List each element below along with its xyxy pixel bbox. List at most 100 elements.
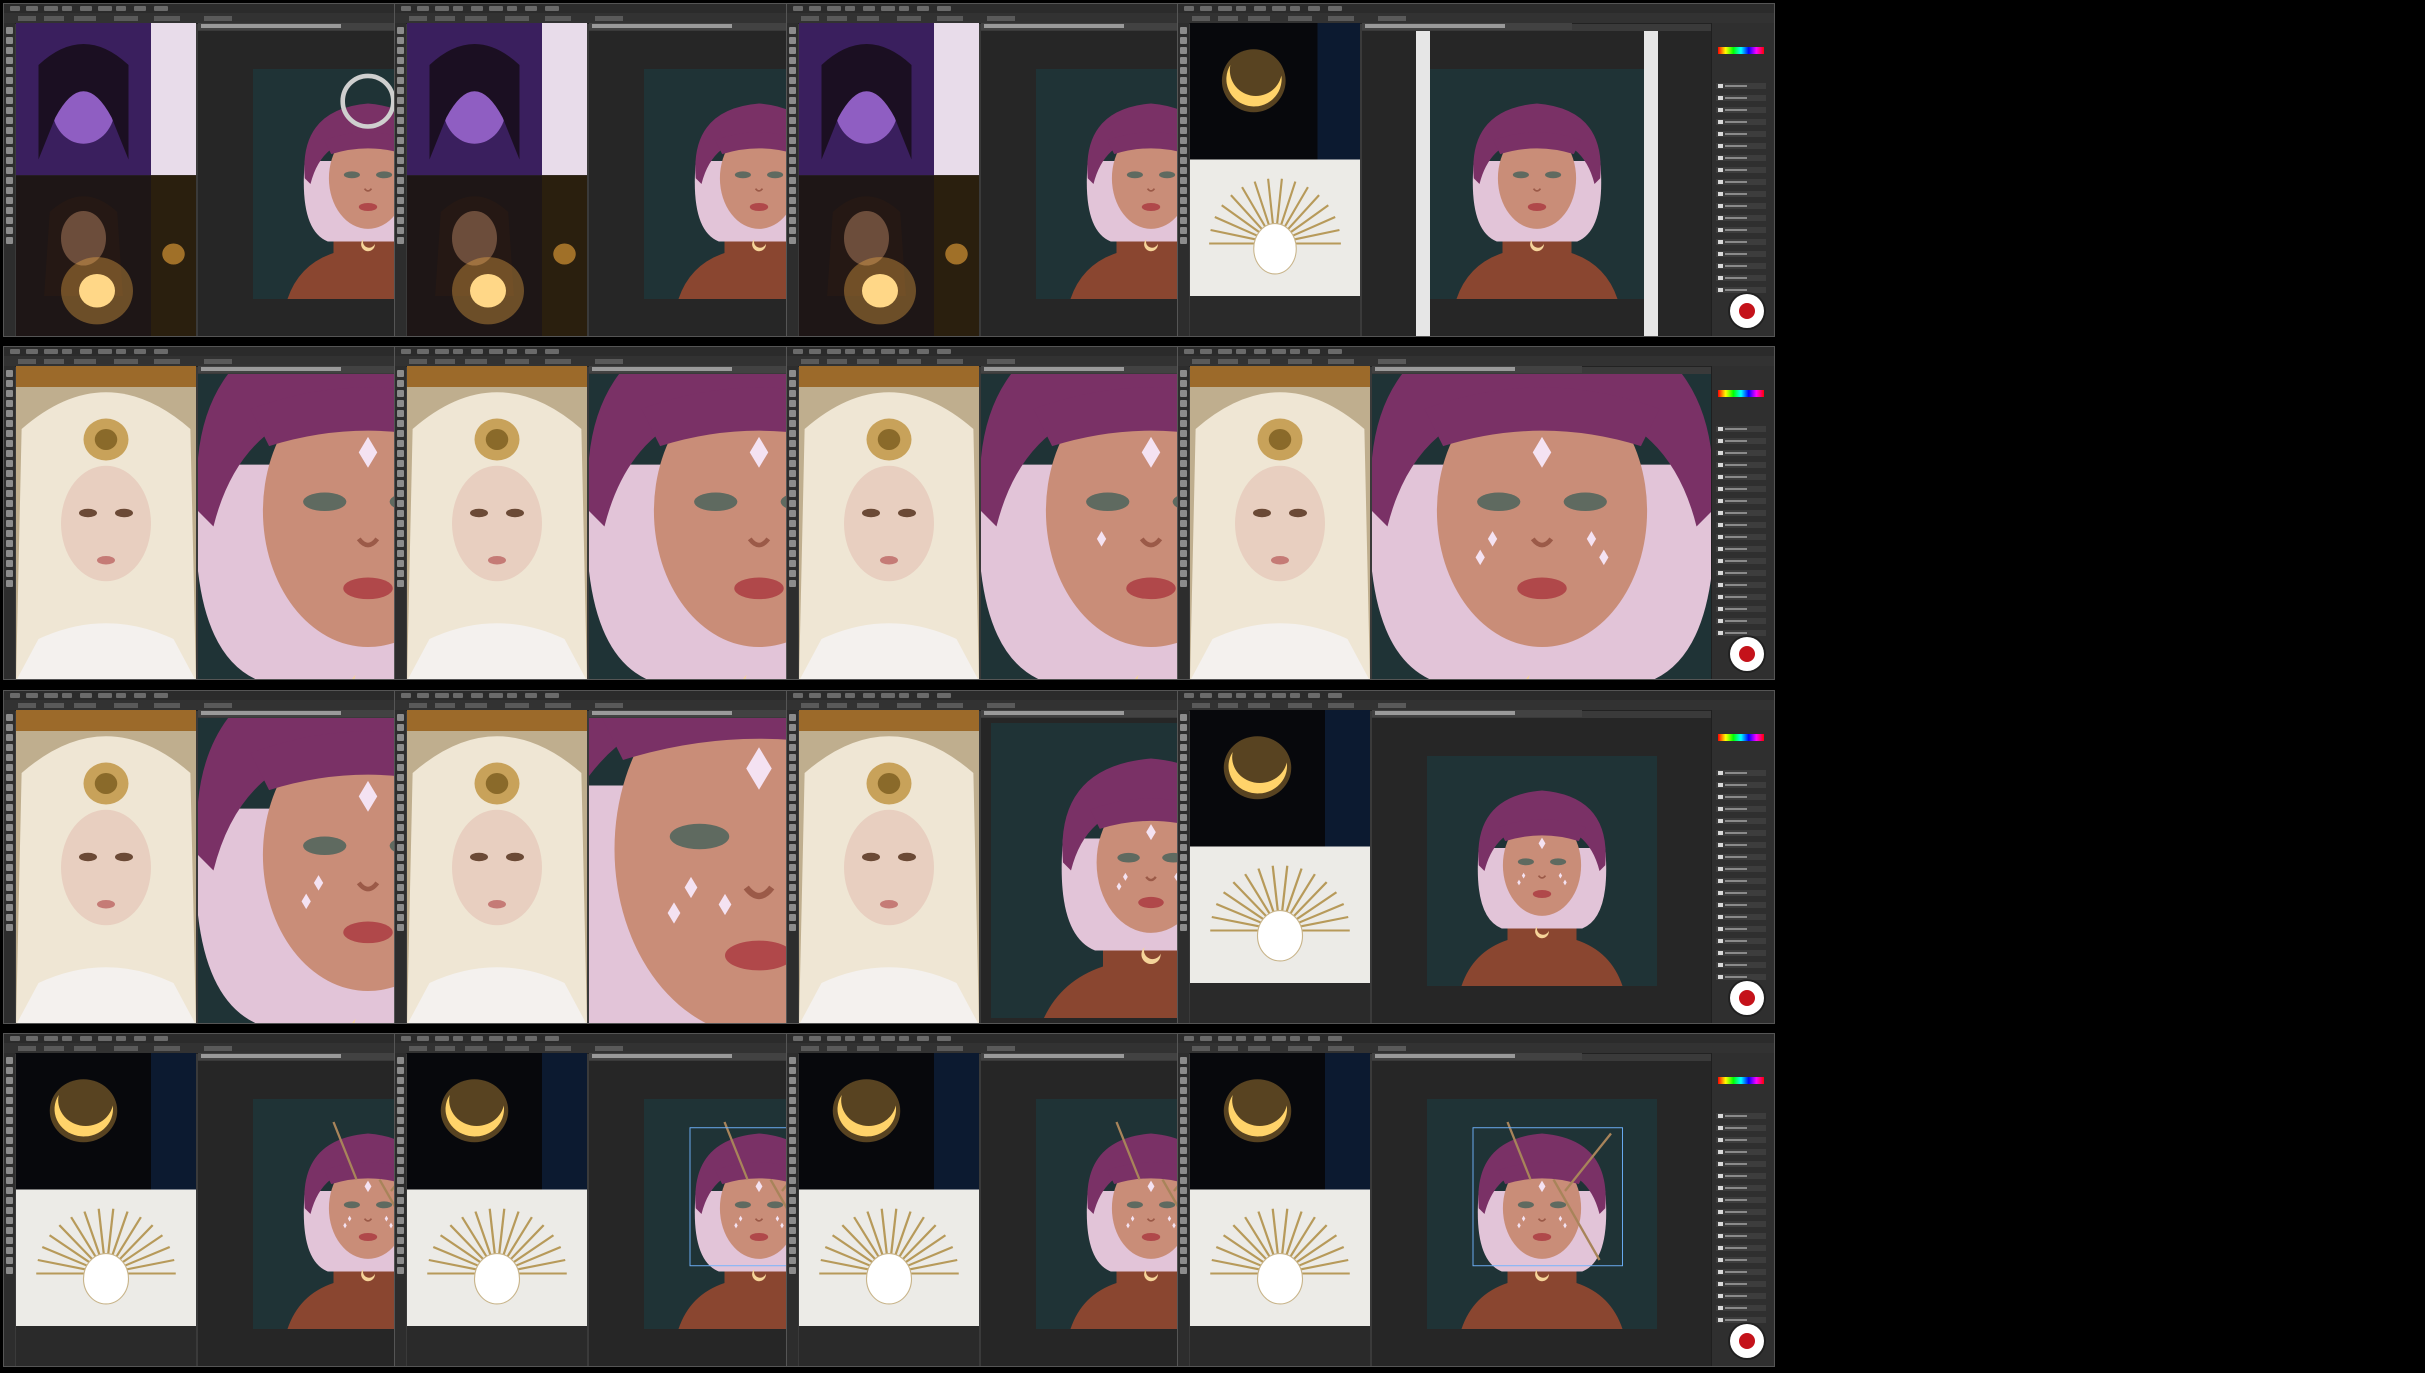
option-control[interactable] <box>204 16 232 21</box>
tool-icon[interactable] <box>397 1247 404 1254</box>
layer-row[interactable] <box>1716 227 1766 233</box>
option-control[interactable] <box>204 1046 232 1051</box>
layer-row[interactable] <box>1716 498 1766 504</box>
tool-icon[interactable] <box>397 217 404 224</box>
layer-row[interactable] <box>1716 251 1766 257</box>
tool-icon[interactable] <box>6 470 13 477</box>
tool-icon[interactable] <box>1180 754 1187 761</box>
tool-icon[interactable] <box>397 550 404 557</box>
tool-icon[interactable] <box>1180 924 1187 931</box>
tool-icon[interactable] <box>789 814 796 821</box>
tool-icon[interactable] <box>1180 1167 1187 1174</box>
tool-icon[interactable] <box>397 450 404 457</box>
menu-item[interactable] <box>1328 349 1342 354</box>
tool-icon[interactable] <box>789 884 796 891</box>
menu-item[interactable] <box>154 693 168 698</box>
menu-item[interactable] <box>62 1036 72 1041</box>
tool-icon[interactable] <box>789 570 796 577</box>
menu-item[interactable] <box>80 6 92 11</box>
option-control[interactable] <box>827 16 847 21</box>
tool-icon[interactable] <box>789 520 796 527</box>
menu-item[interactable] <box>937 6 951 11</box>
tool-icon[interactable] <box>789 580 796 587</box>
tool-icon[interactable] <box>397 1187 404 1194</box>
menu-item[interactable] <box>80 1036 92 1041</box>
option-control[interactable] <box>1288 1046 1312 1051</box>
tool-icon[interactable] <box>397 197 404 204</box>
menu-item[interactable] <box>471 693 483 698</box>
layer-row[interactable] <box>1716 926 1766 932</box>
tool-icon[interactable] <box>789 1257 796 1264</box>
tool-icon[interactable] <box>6 914 13 921</box>
option-control[interactable] <box>987 1046 1015 1051</box>
layer-row[interactable] <box>1716 167 1766 173</box>
menu-item[interactable] <box>507 1036 517 1041</box>
layer-row[interactable] <box>1716 83 1766 89</box>
menu-item[interactable] <box>1236 6 1246 11</box>
tool-icon[interactable] <box>6 904 13 911</box>
tool-icon[interactable] <box>397 380 404 387</box>
tool-icon[interactable] <box>1180 550 1187 557</box>
tool-icon[interactable] <box>397 764 404 771</box>
tool-icon[interactable] <box>789 27 796 34</box>
tool-icon[interactable] <box>6 187 13 194</box>
menu-item[interactable] <box>453 349 463 354</box>
menu-item[interactable] <box>525 693 537 698</box>
menu-item[interactable] <box>845 6 855 11</box>
menu-item[interactable] <box>1272 6 1286 11</box>
option-control[interactable] <box>465 359 487 364</box>
menu-item[interactable] <box>1236 1036 1246 1041</box>
tool-icon[interactable] <box>397 864 404 871</box>
option-control[interactable] <box>74 359 96 364</box>
tool-icon[interactable] <box>6 197 13 204</box>
tool-icon[interactable] <box>1180 1257 1187 1264</box>
document-tab[interactable] <box>198 710 408 717</box>
tool-icon[interactable] <box>789 1247 796 1254</box>
tool-icon[interactable] <box>789 177 796 184</box>
tool-icon[interactable] <box>789 784 796 791</box>
option-control[interactable] <box>1248 16 1270 21</box>
menu-item[interactable] <box>1236 349 1246 354</box>
tool-icon[interactable] <box>789 1117 796 1124</box>
menu-item[interactable] <box>793 6 803 11</box>
option-control[interactable] <box>987 359 1015 364</box>
tool-icon[interactable] <box>397 1137 404 1144</box>
option-control[interactable] <box>505 1046 529 1051</box>
menu-item[interactable] <box>1308 693 1320 698</box>
option-control[interactable] <box>857 1046 879 1051</box>
tool-icon[interactable] <box>397 884 404 891</box>
tool-icon[interactable] <box>6 1087 13 1094</box>
tool-icon[interactable] <box>1180 1137 1187 1144</box>
option-control[interactable] <box>857 359 879 364</box>
tool-icon[interactable] <box>789 844 796 851</box>
option-control[interactable] <box>1378 359 1406 364</box>
menu-item[interactable] <box>881 693 895 698</box>
tool-icon[interactable] <box>397 540 404 547</box>
layer-row[interactable] <box>1716 890 1766 896</box>
menu-item[interactable] <box>1272 1036 1286 1041</box>
tool-icon[interactable] <box>397 914 404 921</box>
tool-icon[interactable] <box>6 560 13 567</box>
menu-item[interactable] <box>417 693 429 698</box>
tool-icon[interactable] <box>1180 400 1187 407</box>
tool-icon[interactable] <box>789 1177 796 1184</box>
tool-icon[interactable] <box>6 227 13 234</box>
option-control[interactable] <box>937 16 963 21</box>
menu-item[interactable] <box>809 6 821 11</box>
tool-icon[interactable] <box>6 380 13 387</box>
tool-icon[interactable] <box>789 237 796 244</box>
option-control[interactable] <box>74 1046 96 1051</box>
tool-icon[interactable] <box>1180 67 1187 74</box>
tool-icon[interactable] <box>789 1227 796 1234</box>
menu-item[interactable] <box>1328 1036 1342 1041</box>
tool-icon[interactable] <box>1180 147 1187 154</box>
tool-icon[interactable] <box>1180 1227 1187 1234</box>
tool-icon[interactable] <box>397 237 404 244</box>
tool-icon[interactable] <box>789 824 796 831</box>
tool-icon[interactable] <box>6 1147 13 1154</box>
tool-icon[interactable] <box>397 480 404 487</box>
layer-row[interactable] <box>1716 1233 1766 1239</box>
option-control[interactable] <box>545 703 571 708</box>
layer-row[interactable] <box>1716 179 1766 185</box>
menu-item[interactable] <box>401 1036 411 1041</box>
